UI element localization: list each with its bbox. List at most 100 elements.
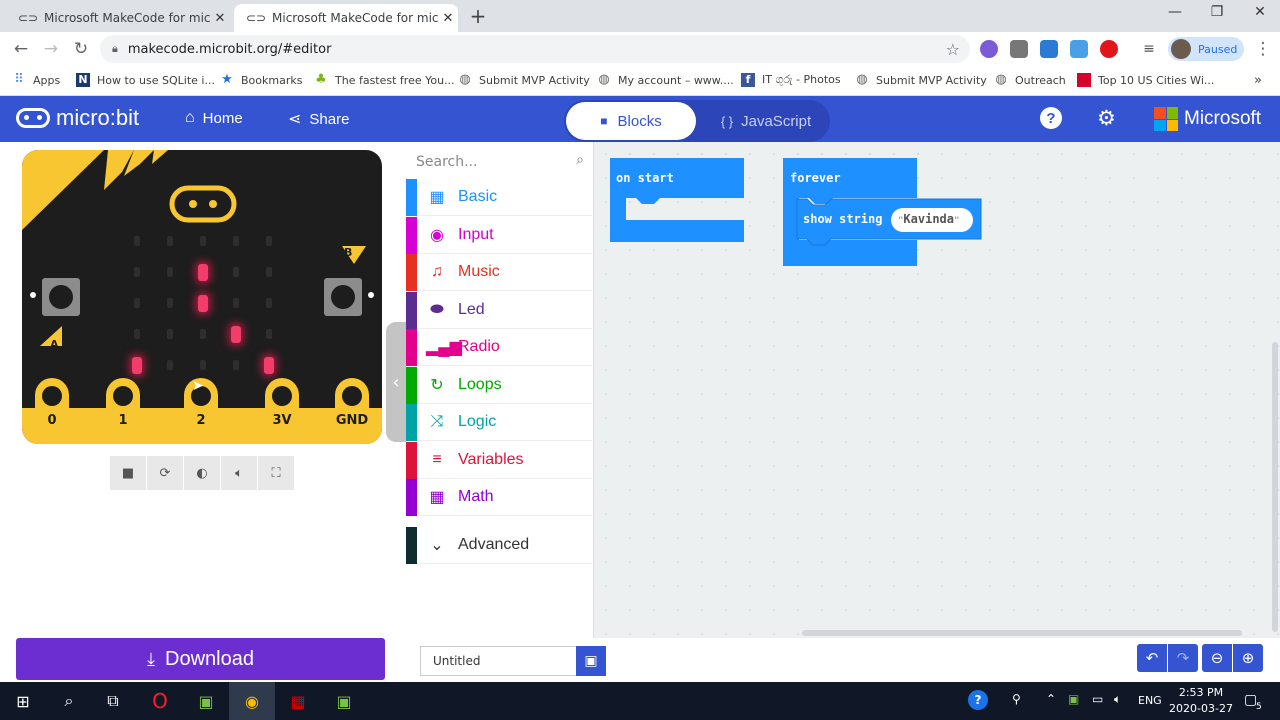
category-logic[interactable]: ⤨ Logic <box>406 404 592 441</box>
undo-icon[interactable]: ↶ <box>1137 644 1167 672</box>
vertical-scrollbar[interactable] <box>1272 342 1278 632</box>
dot <box>30 292 36 298</box>
media-control-icon[interactable]: ≡ <box>1140 40 1158 58</box>
restart-icon[interactable]: ⟳ <box>147 456 183 490</box>
app-icon[interactable]: ▦ <box>275 682 321 720</box>
blocks-workspace[interactable]: on start forever show string "Kavinda" <box>594 142 1280 638</box>
search-icon[interactable]: ⌕ <box>46 682 92 720</box>
bookmark-item[interactable]: f IT ගුරු - Photos <box>741 73 841 87</box>
menu-icon[interactable]: ⋮ <box>1252 38 1274 60</box>
forever-label[interactable]: forever <box>790 171 841 185</box>
address-bar[interactable]: 🔒︎ makecode.microbit.org/#editor ☆ <box>100 35 970 63</box>
stop-icon[interactable]: ■ <box>110 456 146 490</box>
microbit-logo[interactable]: micro:bit <box>16 105 139 131</box>
taskbar-clock[interactable]: 2:53 PM 2020-03-27 <box>1166 685 1236 717</box>
extension-icon[interactable] <box>1070 40 1088 58</box>
opera-extension-icon[interactable] <box>1100 40 1118 58</box>
zoom-out-icon[interactable]: ⊖ <box>1202 644 1232 672</box>
settings-gear-icon[interactable]: ⚙ <box>1097 106 1116 131</box>
redo-icon[interactable]: ↷ <box>1168 644 1198 672</box>
battery-icon[interactable]: ▭ <box>1092 692 1103 706</box>
volume-icon[interactable]: 🔈︎ <box>1114 692 1121 707</box>
profile-button[interactable]: Paused <box>1168 37 1244 61</box>
microbit-simulator-board: A B 0 1 2 3V GND ➤ <box>22 150 382 444</box>
opera-icon[interactable]: O <box>137 682 183 720</box>
category-advanced[interactable]: ⌄ Advanced <box>406 527 592 564</box>
search-icon[interactable]: ⌕ <box>576 152 584 168</box>
category-input[interactable]: ◉ Input <box>406 217 592 254</box>
on-start-label[interactable]: on start <box>616 171 674 185</box>
download-button[interactable]: ⤓ Download <box>16 638 385 680</box>
close-tab-icon[interactable]: ✕ <box>438 11 458 26</box>
microsoft-logo[interactable]: Microsoft <box>1154 107 1261 131</box>
close-tab-icon[interactable]: ✕ <box>210 11 230 26</box>
share-button[interactable]: ⋖ Share <box>288 109 349 129</box>
project-name-input[interactable]: Untitled <box>420 646 576 676</box>
javascript-tab[interactable]: { } JavaScript <box>704 102 828 140</box>
category-variables[interactable]: ≡ Variables <box>406 442 592 479</box>
zoom-in-icon[interactable]: ⊕ <box>1233 644 1263 672</box>
bookmark-item[interactable]: ◍ Submit MVP Activity <box>458 73 589 87</box>
button-a[interactable] <box>42 278 80 316</box>
microsoft-logo-icon <box>1154 107 1178 131</box>
category-basic[interactable]: ▦ Basic <box>406 179 592 216</box>
extension-icon[interactable] <box>980 40 998 58</box>
extension-icon[interactable] <box>1040 40 1058 58</box>
bookmark-item[interactable]: Top 10 US Cities Wi... <box>1077 73 1214 87</box>
bookmark-item[interactable]: ◍ Outreach <box>994 73 1065 87</box>
browser-tab-active[interactable]: ⊂⊃ Microsoft MakeCode for micro:bit ✕ <box>234 4 458 32</box>
forward-icon[interactable]: → <box>40 38 62 60</box>
people-icon[interactable]: ⚲ <box>1012 692 1021 706</box>
help-tray-icon[interactable]: ? <box>968 690 988 710</box>
windows-start-icon[interactable]: ⊞ <box>0 682 46 720</box>
reload-icon[interactable]: ↻ <box>70 38 92 60</box>
globe-icon: ◍ <box>856 72 868 87</box>
show-string-label[interactable]: show string <box>803 212 882 226</box>
new-tab-button[interactable]: + <box>468 6 488 26</box>
back-icon[interactable]: ← <box>10 38 32 60</box>
category-math[interactable]: ▦ Math <box>406 479 592 516</box>
pin-3v[interactable] <box>265 378 299 444</box>
close-window-button[interactable]: ✕ <box>1245 4 1275 24</box>
category-loops[interactable]: ↻ Loops <box>406 367 592 404</box>
minimize-button[interactable]: — <box>1160 4 1190 24</box>
restore-button[interactable]: ❐ <box>1202 4 1232 24</box>
app-icon[interactable]: ▣ <box>183 682 229 720</box>
tray-app-icon[interactable]: ▣ <box>1068 692 1079 706</box>
browser-tab[interactable]: ⊂⊃ Microsoft MakeCode for micro:bit ✕ <box>6 4 230 32</box>
help-icon[interactable]: ? <box>1040 107 1062 129</box>
chevron-up-icon[interactable]: ⌃ <box>1046 692 1056 706</box>
chrome-icon[interactable]: ◉ <box>229 682 275 720</box>
collapse-simulator-button[interactable]: ‹ <box>386 322 406 442</box>
string-value-input[interactable]: "Kavinda" <box>898 212 959 226</box>
app-icon[interactable]: ▣ <box>321 682 367 720</box>
pin-1[interactable] <box>106 378 140 444</box>
button-b[interactable] <box>324 278 362 316</box>
bookmark-star-icon[interactable]: ☆ <box>946 40 960 59</box>
pin-0[interactable] <box>35 378 69 444</box>
bookmark-item[interactable]: ⠿ Apps <box>12 73 60 87</box>
home-button[interactable]: ⌂ Home <box>185 109 243 127</box>
save-icon[interactable]: ▣ <box>576 646 606 676</box>
blocks-tab[interactable]: ■ Blocks <box>566 102 696 140</box>
n-icon: N <box>76 73 90 87</box>
toolbox-search-input[interactable]: Search... ⌕ <box>416 150 586 174</box>
mute-icon[interactable]: 🔈︎ <box>221 456 257 490</box>
language-indicator[interactable]: ENG <box>1138 694 1162 707</box>
bookmark-item[interactable]: ◍ Submit MVP Activity <box>855 72 986 87</box>
extension-icon[interactable] <box>1010 40 1028 58</box>
simulator-toolbar: ■ ⟳ ◐ 🔈︎ ⛶ <box>110 456 294 490</box>
bookmark-item[interactable]: ♣ The fastest free You... <box>314 73 454 87</box>
pin-gnd[interactable] <box>335 378 369 444</box>
slow-mo-icon[interactable]: ◐ <box>184 456 220 490</box>
fullscreen-icon[interactable]: ⛶ <box>258 456 294 490</box>
bookmark-item[interactable]: ◍ My account – www.... <box>597 73 733 87</box>
category-radio[interactable]: ▂▄▆ Radio <box>406 329 592 366</box>
category-led[interactable]: ⬬ Led <box>406 292 592 329</box>
bookmark-item[interactable]: ★ Bookmarks <box>220 73 302 87</box>
more-bookmarks-icon[interactable]: » <box>1254 73 1262 88</box>
red-square-icon <box>1077 73 1091 87</box>
category-music[interactable]: ♫ Music <box>406 254 592 291</box>
bookmark-item[interactable]: N How to use SQLite i... <box>76 73 215 87</box>
task-view-icon[interactable]: ⧉ <box>90 682 136 720</box>
